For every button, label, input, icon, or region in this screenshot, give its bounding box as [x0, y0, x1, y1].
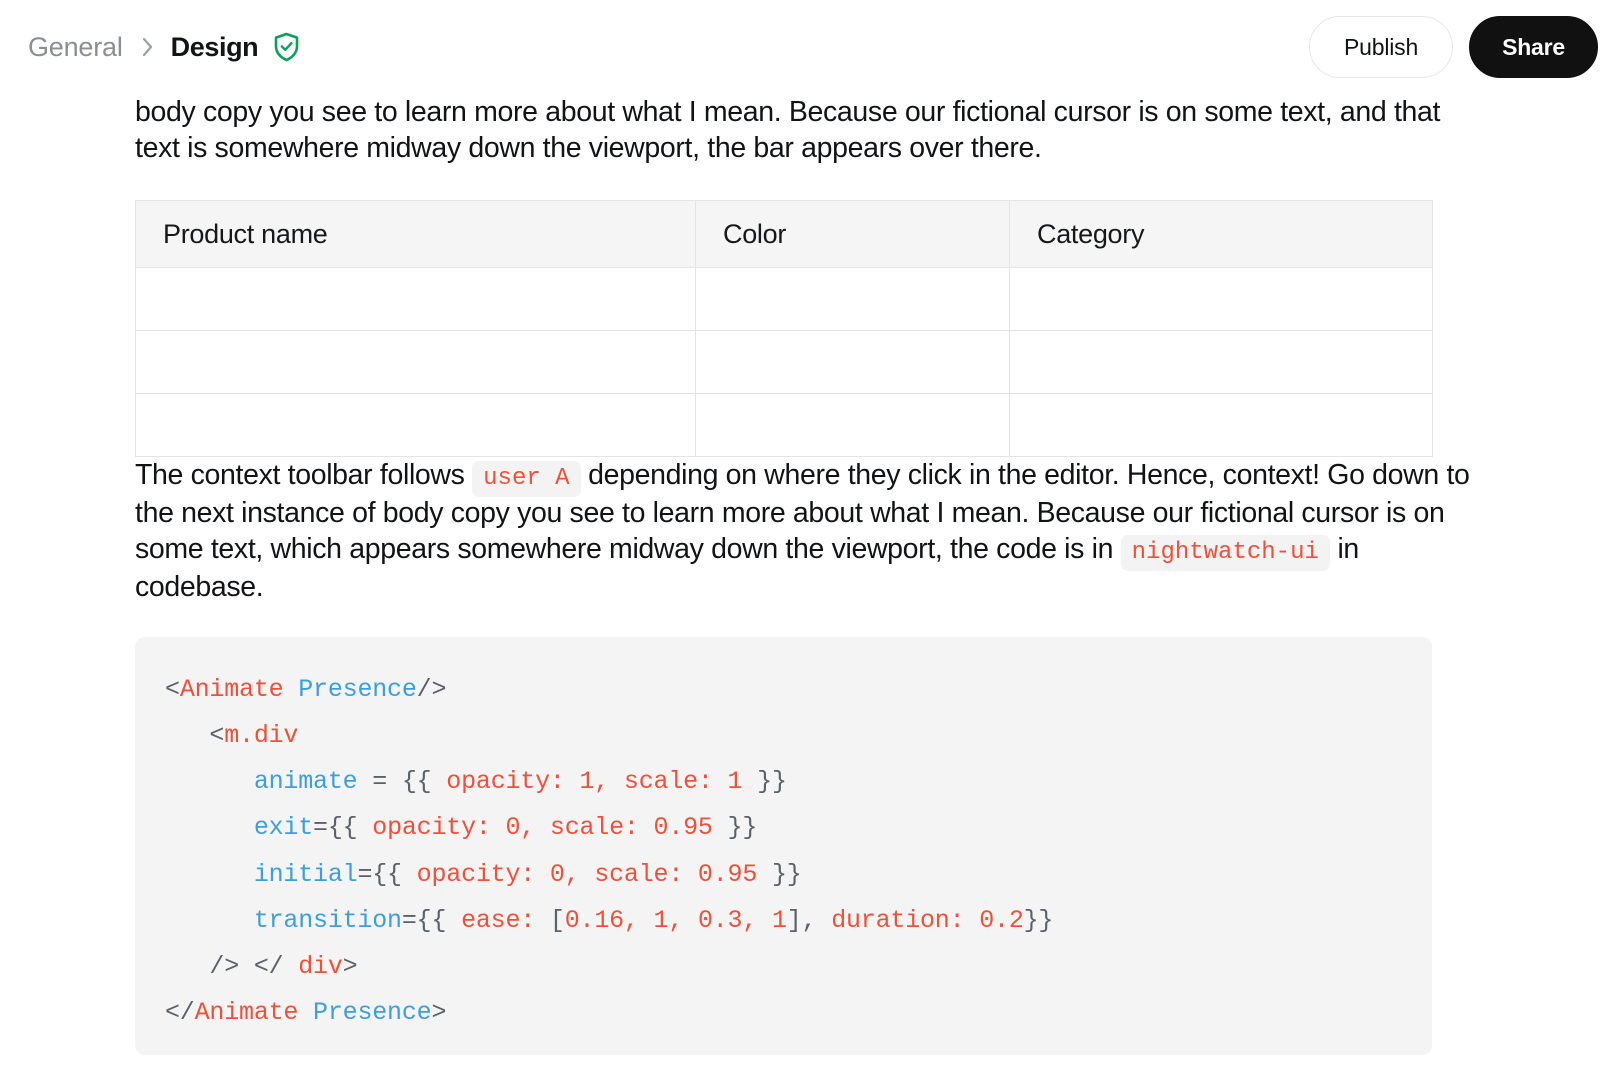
code-line: exit={{ opacity: 0, scale: 0.95 }}	[165, 805, 1432, 851]
code-token-punct: }}	[1023, 905, 1054, 935]
column-header-product-name[interactable]: Product name	[135, 200, 696, 269]
column-header-category[interactable]: Category	[1009, 200, 1433, 269]
code-token-punct: /> </	[165, 952, 299, 982]
table-cell[interactable]	[695, 267, 1010, 332]
product-table-header: Product name Color Category	[135, 200, 1433, 269]
code-token-punct	[165, 813, 254, 842]
paragraph-intro: body copy you see to learn more about wh…	[135, 96, 1441, 165]
code-token-punct	[165, 860, 254, 889]
code-line: transition={{ ease: [0.16, 1, 0.3, 1], d…	[165, 898, 1432, 944]
code-token-tag: Animate	[179, 674, 299, 704]
code-token-tag: Animate	[194, 998, 314, 1028]
code-line: </Animate Presence>	[165, 990, 1432, 1036]
code-token-tag: m.div	[224, 720, 299, 750]
code-token-punct: [	[549, 905, 565, 935]
code-token-punct: ],	[786, 905, 832, 935]
product-table: Product name Color Category	[135, 200, 1433, 458]
table-row	[135, 330, 1433, 395]
code-token-val: opacity: 0, scale: 0.95	[372, 813, 713, 843]
code-token-punct: = {{	[357, 767, 447, 797]
code-token-tag: div	[298, 952, 343, 982]
top-bar-actions: Publish Share	[1309, 16, 1598, 78]
table-header-row: Product name Color Category	[135, 200, 1433, 269]
document-content-column: body copy you see to learn more about wh…	[135, 94, 1489, 1055]
code-token-punct: >	[342, 952, 358, 982]
top-bar: General Design Publish Share	[0, 0, 1624, 94]
code-line: /> </ div>	[165, 944, 1432, 990]
code-token-val: duration: 0.2	[831, 905, 1024, 935]
code-token-attr: transition	[253, 905, 402, 935]
code-token-comp: Presence	[313, 998, 432, 1028]
code-line: <m.div	[165, 713, 1432, 759]
table-cell[interactable]	[695, 393, 1010, 458]
table-cell[interactable]	[1009, 393, 1433, 458]
code-token-attr: initial	[253, 859, 358, 889]
inline-code-chip-package[interactable]: nightwatch-ui	[1120, 535, 1330, 572]
product-table-body	[135, 267, 1433, 458]
code-token-val: 0.16, 1, 0.3, 1	[564, 905, 787, 935]
share-button[interactable]: Share	[1469, 16, 1598, 78]
code-token-punct: ={{	[313, 813, 373, 843]
breadcrumb-item-design[interactable]: Design	[169, 30, 261, 65]
inline-code-chip-user[interactable]: user A	[472, 461, 581, 498]
paragraph-context-toolbar: The context toolbar follows user A depen…	[135, 457, 1489, 604]
code-token-val: opacity: 1, scale: 1	[446, 767, 743, 797]
code-line: animate = {{ opacity: 1, scale: 1 }}	[165, 759, 1432, 805]
chevron-right-icon	[141, 36, 155, 58]
code-token-punct: <	[165, 674, 180, 704]
code-token-punct: />	[416, 674, 447, 704]
code-token-punct: ={{	[357, 859, 417, 889]
code-line: initial={{ opacity: 0, scale: 0.95 }}	[165, 852, 1432, 898]
breadcrumb: General Design	[24, 30, 300, 65]
publish-button[interactable]: Publish	[1309, 16, 1454, 78]
table-cell[interactable]	[135, 330, 696, 395]
table-cell[interactable]	[1009, 267, 1433, 332]
code-block[interactable]: <Animate Presence/> <m.div animate = {{ …	[135, 636, 1432, 1055]
table-cell[interactable]	[695, 330, 1010, 395]
table-row	[135, 393, 1433, 458]
table-cell[interactable]	[1009, 330, 1433, 395]
code-token-punct	[165, 906, 254, 935]
code-token-comp: Presence	[298, 674, 417, 704]
shield-check-icon	[273, 32, 300, 62]
code-token-attr: animate	[253, 767, 358, 797]
column-header-color[interactable]: Color	[695, 200, 1010, 269]
code-token-punct: <	[165, 720, 225, 750]
table-cell[interactable]	[135, 267, 696, 332]
table-cell[interactable]	[135, 393, 696, 458]
code-token-punct: >	[431, 998, 447, 1028]
code-token-val: opacity: 0, scale: 0.95	[416, 859, 758, 889]
code-line: <Animate Presence/>	[165, 667, 1432, 713]
code-token-punct: }}	[742, 767, 787, 797]
document-body: body copy you see to learn more about wh…	[0, 94, 1624, 1055]
code-token-val: ease:	[461, 905, 550, 935]
code-token-attr: exit	[253, 813, 314, 843]
code-token-punct: }}	[712, 813, 758, 843]
paragraph-segment-1: The context toolbar follows	[135, 459, 473, 492]
table-row	[135, 267, 1433, 332]
code-token-punct: ={{	[401, 905, 462, 935]
code-token-punct: </	[165, 998, 195, 1028]
code-token-punct	[165, 767, 254, 796]
breadcrumb-item-general[interactable]: General	[24, 30, 127, 65]
code-token-punct: }}	[757, 859, 802, 889]
